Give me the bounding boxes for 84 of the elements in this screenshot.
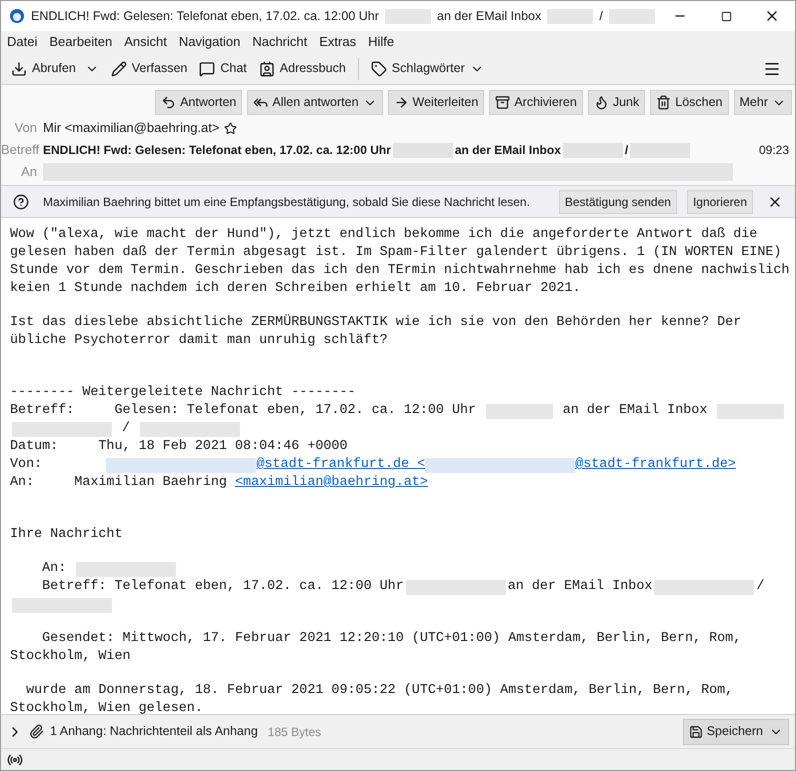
- text: Stunde vor dem Termin. Geschrieben das ich den TErmin nichtwahrnehme hab ich es dnene nachwislich: [10, 262, 790, 280]
- text: Gesendet: Mittwoch, 17. Februar 2021 12:20:10 (UTC+01:00) Amsterdam, Berlin, Bern, Rom,: [41, 630, 742, 648]
- action-button[interactable]: Löschen: [650, 90, 729, 115]
- from-label: Von: [14, 119, 38, 138]
- text: -------- Weitergeleitete Nachricht --------: [10, 384, 356, 402]
- redacted-block: [547, 8, 594, 24]
- action-button[interactable]: Weiterleiten: [388, 90, 484, 115]
- text: An:: [41, 560, 68, 578]
- archive-box-icon: [495, 95, 510, 110]
- reply-icon: [161, 95, 176, 110]
- trash-icon: [656, 95, 672, 110]
- save-button[interactable]: Speichern: [682, 718, 789, 744]
- redacted-block: [384, 8, 432, 24]
- notification-button[interactable]: Ignorieren: [686, 190, 753, 214]
- toolbar-button[interactable]: Chat: [195, 56, 251, 82]
- text: ENDLICH! Fwd: Gelesen: Telefonat eben, 17.02. ca. 12:00 Uhr: [31, 8, 379, 25]
- menu-item[interactable]: Datei: [7, 32, 38, 52]
- menu-item[interactable]: Hilfe: [368, 32, 394, 52]
- text: Stockholm, Wien: [10, 648, 131, 666]
- message-time: 09:23: [758, 142, 790, 159]
- to-label: An: [20, 163, 38, 182]
- download-icon: [11, 60, 27, 76]
- notification-text: Maximilian Baehring bittet um eine Empfangsbestätigung, sobald Sie diese Nachricht lesen.: [42, 194, 531, 210]
- text: Datum: Thu, 18 Feb 2021 08:04:46 +0000: [10, 438, 348, 456]
- text: /: [599, 8, 603, 25]
- arrow-right-icon: [394, 95, 409, 110]
- toolbar-button[interactable]: Verfassen: [106, 56, 192, 82]
- star-icon[interactable]: [224, 122, 236, 134]
- menu-item[interactable]: Bearbeiten: [49, 32, 112, 52]
- text: /: [756, 578, 764, 596]
- save-icon: [688, 724, 703, 738]
- menu-item[interactable]: Extras: [319, 32, 356, 52]
- toolbar-button[interactable]: Schlagwörter: [366, 56, 488, 82]
- action-button[interactable]: Mehr: [734, 90, 792, 115]
- email-link[interactable]: @stadt-frankfurt.de: [256, 456, 410, 474]
- action-button[interactable]: Archivieren: [489, 90, 583, 115]
- pencil-icon: [110, 60, 127, 76]
- action-button[interactable]: Junk: [588, 90, 646, 115]
- text: an der EMail Inbox: [454, 142, 561, 159]
- text: An: Maximilian Baehring: [10, 474, 228, 492]
- redacted-block: [717, 404, 784, 418]
- text: keien 1 Stunde nachdem ich deren Schreiben erhielt am 10. Februar 2021.: [10, 280, 581, 298]
- action-button[interactable]: Antworten: [155, 90, 242, 115]
- text: an der EMail Inbox: [508, 578, 652, 596]
- maximize-icon: [720, 10, 732, 22]
- text: Stockholm, Wien gelesen.: [10, 700, 203, 714]
- action-button[interactable]: Allen antworten: [247, 90, 383, 115]
- help-icon: [13, 194, 29, 210]
- text: Ihre Nachricht: [10, 526, 122, 544]
- sender-address[interactable]: Mir <maximilian@baehring.at>: [43, 118, 220, 138]
- online-status-icon[interactable]: [7, 752, 23, 768]
- tag-icon: [370, 60, 387, 76]
- text: gelesen haben daß der Termin abgesagt ist. Im Spam-Filter galendert übrigens. 1 (IN WORTEN EINE): [10, 244, 782, 262]
- text: Betreff: Gelesen: Telefonat eben, 17.02. ca. 12:00 Uhr: [10, 402, 478, 420]
- email-link[interactable]: <: [409, 456, 426, 474]
- attachment-label[interactable]: 1 Anhang: Nachrichtenteil als Anhang: [50, 722, 258, 741]
- menu-item[interactable]: Ansicht: [124, 32, 167, 52]
- notification-button[interactable]: Bestätigung senden: [558, 190, 677, 214]
- text: wurde am Donnerstag, 18. Februar 2021 09:05:22 (UTC+01:00) Amsterdam, Berlin, Bern, Rom,: [25, 682, 734, 700]
- menu-item[interactable]: Nachricht: [252, 32, 308, 52]
- redacted-block: [608, 8, 655, 24]
- email-link[interactable]: <maximilian@baehring.at>: [235, 474, 428, 492]
- text: ENDLICH! Fwd: Gelesen: Telefonat eben, 17.02. ca. 12:00 Uhr: [43, 142, 391, 159]
- chat-bubble-icon: [199, 60, 216, 76]
- email-link[interactable]: @stadt-frankfurt.de>: [575, 456, 736, 474]
- flame-icon: [594, 95, 609, 110]
- text: an der EMail Inbox: [437, 8, 542, 25]
- toolbar-button[interactable]: Adressbuch: [254, 56, 350, 82]
- subject-label: Betreff: [1, 141, 40, 160]
- attachment-size: 185 Bytes: [268, 724, 322, 740]
- text: übliche Psychoterror damit man unruhig schläft?: [10, 332, 388, 350]
- text: /: [121, 420, 132, 438]
- app-logo-icon: [9, 8, 25, 24]
- toolbar-button[interactable]: Abrufen: [7, 56, 103, 82]
- paperclip-icon: [29, 724, 44, 739]
- contact-card-icon: [258, 60, 275, 76]
- text: Wow ("alexa, wie macht der Hund"), jetzt endlich bekomme ich die angeforderte Antwort daß die: [10, 226, 758, 244]
- redacted-block: [486, 404, 553, 418]
- text: Betreff: Telefonat eben, 17.02. ca. 12:00 Uhr: [41, 578, 404, 596]
- text: an der EMail Inbox: [562, 402, 708, 420]
- text: /: [624, 142, 628, 159]
- text: Ist das dieslebe absichtliche ZERMÜRBUNGSTAKTIK wie ich sie von den Behörden her kenne? Der: [10, 314, 742, 332]
- text: Von:: [10, 456, 44, 474]
- menu-item[interactable]: Navigation: [178, 32, 240, 52]
